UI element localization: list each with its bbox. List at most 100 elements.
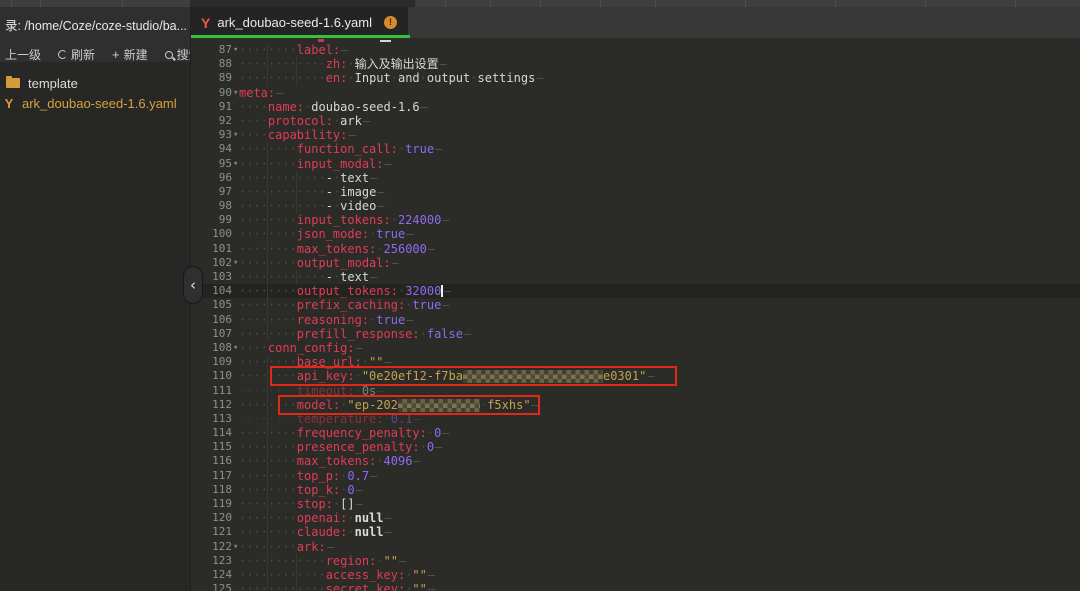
code-line-106[interactable]: 106 ········reasoning:·true– <box>190 312 1080 327</box>
code-line-115[interactable]: 115 ········presence_penalty:·0– <box>190 440 1080 455</box>
line-ending-marker: – <box>442 298 450 313</box>
top-strip-separator <box>655 0 656 7</box>
indent-guide <box>266 454 268 469</box>
up-level-button[interactable]: 上一级 <box>5 46 41 63</box>
directory-path: 录: /home/Coze/coze-studio/ba... <box>5 19 186 33</box>
code-line-123[interactable]: 123 ············region:·""– <box>190 553 1080 568</box>
tree-item-template-folder[interactable]: template <box>0 73 190 93</box>
whitespace-dots: ············ <box>239 57 326 72</box>
code-content: ········json_mode:·true– <box>239 227 413 241</box>
whitespace-dots: ···· <box>239 113 268 128</box>
code-line-108[interactable]: 108▾····conn_config:– <box>190 341 1080 355</box>
code-token: "" <box>412 567 427 582</box>
line-number: 124 <box>212 567 232 581</box>
code-line-121[interactable]: 121 ········claude:·null– <box>190 525 1080 540</box>
code-line-105[interactable]: 105 ········prefix_caching:·true– <box>190 298 1080 313</box>
code-line-107[interactable]: 107 ········prefill_response:·false– <box>190 326 1080 341</box>
whitespace-dots: ········ <box>239 539 297 554</box>
code-line-112[interactable]: 112 ········model:·"ep-202 ·f5xhs"– <box>190 394 1080 415</box>
code-editor[interactable]: 87▾········label:– 88 ············zh:·输入及… <box>190 38 1080 591</box>
line-number: 110 <box>212 369 232 383</box>
code-line-92[interactable]: 92 ····protocol:·ark– <box>190 114 1080 128</box>
code-line-87[interactable]: 87▾········label:– <box>190 43 1080 58</box>
code-line-104[interactable]: 104 ········output_tokens:·32000– <box>190 284 1080 299</box>
code-content: ········top_p:·0.7– <box>239 469 377 483</box>
indent-guide <box>266 397 268 412</box>
code-token: "" <box>369 355 384 370</box>
plus-icon: + <box>112 46 120 62</box>
code-line-124[interactable]: 124 ············access_key:·""– <box>190 567 1080 583</box>
code-line-89[interactable]: 89 ············en:·Input·and·output·sett… <box>190 71 1080 86</box>
tree-item-yaml-file[interactable]: Y ark_doubao-seed-1.6.yaml <box>0 93 190 113</box>
indent-guide <box>266 312 268 327</box>
new-file-button[interactable]: + 新建 <box>112 46 148 63</box>
whitespace-dots: ········ <box>239 355 297 370</box>
whitespace-dots: ········ <box>239 241 297 256</box>
code-token: region: <box>325 553 377 568</box>
code-line-116[interactable]: 116 ········max_tokens:·4096– <box>190 454 1080 469</box>
code-line-90[interactable]: 90▾meta:– <box>190 86 1080 100</box>
code-line-109[interactable]: 109 ········base_url:·""– <box>190 355 1080 370</box>
folder-name: template <box>28 75 78 91</box>
code-token: stop: <box>296 497 333 511</box>
code-line-119[interactable]: 119 ········stop:·[]– <box>190 497 1080 512</box>
code-line-118[interactable]: 118 ········top_k:·0– <box>190 482 1080 497</box>
line-ending-marker: – <box>355 482 363 497</box>
line-ending-marker: – <box>442 426 450 441</box>
code-line-117[interactable]: 117 ········top_p:·0.7– <box>190 468 1080 483</box>
whitespace-dots: ···· <box>239 99 268 114</box>
code-token: true <box>412 298 442 313</box>
code-line-99[interactable]: 99 ········input_tokens:·224000– <box>190 213 1080 228</box>
whitespace-dots: ············ <box>239 71 326 86</box>
code-line-125[interactable]: 125 ············secret_key:·""– <box>190 582 1080 591</box>
code-line-110[interactable]: 110 ········api_key:·"0e20ef12-f7ba e0301… <box>190 366 1080 387</box>
line-number: 107 <box>212 326 232 340</box>
tab-ark-doubao-seed-yaml[interactable]: Y ark_doubao-seed-1.6.yaml ! <box>190 7 408 38</box>
chevron-left-icon: ‹ <box>190 276 196 294</box>
line-ending-marker: – <box>276 85 284 100</box>
code-content: ········timeout:·0s– <box>239 384 385 398</box>
code-line-102[interactable]: 102▾········output_modal:– <box>190 255 1080 270</box>
code-line-111[interactable]: 111 ········timeout:·0s– <box>190 383 1080 398</box>
code-line-114[interactable]: 114 ········frequency_penalty:·0– <box>190 426 1080 441</box>
sidebar-collapse-handle[interactable]: ‹ <box>183 266 203 304</box>
code-line-98[interactable]: 98 ············-·video– <box>190 199 1080 214</box>
code-line-122[interactable]: 122▾········ark:– <box>190 539 1080 554</box>
code-token: base_url: <box>296 355 362 370</box>
line-number: 106 <box>212 312 232 326</box>
line-ending-marker: – <box>406 312 414 327</box>
code-token: 输入及输出设置 <box>354 57 439 72</box>
code-line-120[interactable]: 120 ········openai:·null– <box>190 511 1080 526</box>
indent-guide <box>266 355 268 370</box>
line-number: 98 <box>218 199 232 213</box>
code-content: ············secret_key:·""– <box>239 582 435 591</box>
whitespace-dots: · <box>419 71 427 86</box>
whitespace-dots: · <box>354 383 362 398</box>
refresh-button[interactable]: 刷新 <box>58 46 95 63</box>
code-line-94[interactable]: 94 ········function_call:·true– <box>190 142 1080 157</box>
line-number: 123 <box>212 553 232 567</box>
code-line-93[interactable]: 93▾····capability:– <box>190 128 1080 142</box>
code-token: frequency_penalty: <box>296 426 427 441</box>
line-ending-marker: – <box>384 525 392 540</box>
code-line-101[interactable]: 101 ········max_tokens:·256000– <box>190 241 1080 256</box>
code-line-100[interactable]: 100 ········json_mode:·true– <box>190 227 1080 242</box>
top-strip-separator <box>40 0 41 7</box>
code-content: ········reasoning:·true– <box>239 313 413 327</box>
code-line-97[interactable]: 97 ············-·image– <box>190 184 1080 200</box>
code-line-113[interactable]: 113 ········temperature:·0.1– <box>190 411 1080 427</box>
line-number: 97 <box>218 184 232 198</box>
line-ending-marker: – <box>362 113 371 128</box>
code-lines-container: 87▾········label:– 88 ············zh:·输入及… <box>190 43 1080 591</box>
code-line-91[interactable]: 91 ····name:·doubao-seed-1.6– <box>190 100 1080 114</box>
code-line-103[interactable]: 103 ············-·text– <box>190 270 1080 285</box>
code-line-96[interactable]: 96 ············-·text– <box>190 170 1080 185</box>
indent-guide <box>266 440 268 455</box>
code-content: ····protocol:·ark– <box>239 114 370 128</box>
whitespace-dots: ············ <box>239 184 326 199</box>
tab-title: ark_doubao-seed-1.6.yaml <box>217 15 372 30</box>
code-line-88[interactable]: 88 ············zh:·输入及输出设置– <box>190 57 1080 72</box>
whitespace-dots: · <box>470 71 478 86</box>
top-strip-separator <box>925 0 926 7</box>
code-line-95[interactable]: 95▾········input_modal:– <box>190 156 1080 171</box>
